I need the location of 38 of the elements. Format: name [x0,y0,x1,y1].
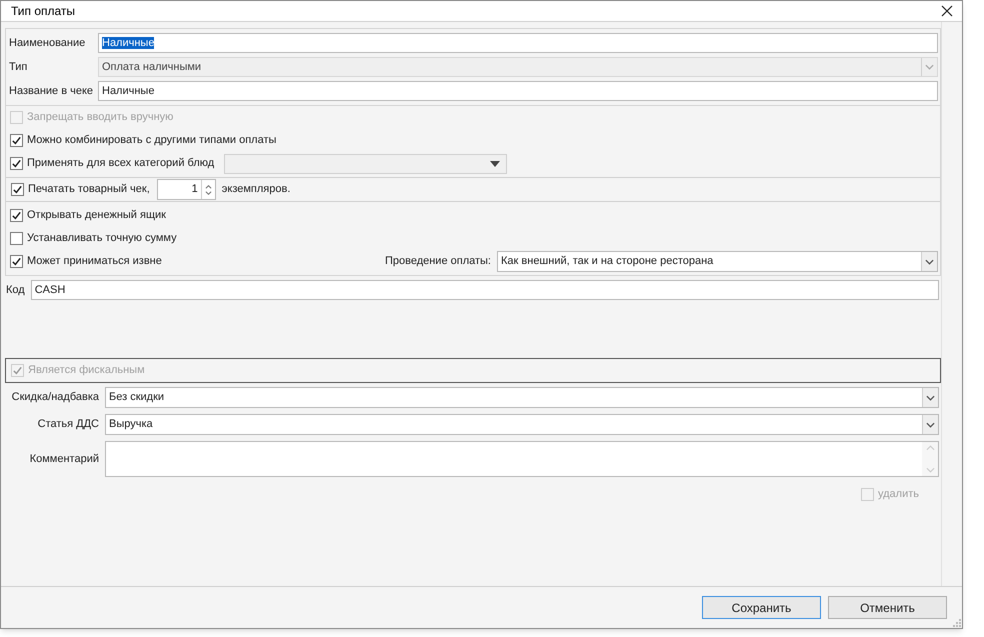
dialog-button[interactable]: Сохранить [702,596,821,619]
dialog-button[interactable]: Отменить [828,596,947,619]
dropdown[interactable]: Без скидки [105,387,939,408]
field-label: Скидка/надбавка [10,390,99,406]
checkbox-label[interactable]: Применять для всех категорий блюд [27,155,214,172]
spin-suffix-label: экземпляров. [222,182,290,198]
text-field[interactable]: CASH [30,280,939,300]
field-label: Статья ДДС [36,417,99,432]
checkbox[interactable] [11,183,24,196]
checkbox[interactable] [10,134,23,147]
checkbox-label: удалить [878,487,919,502]
dropdown[interactable]: Как внешний, так и на стороне ресторана [497,251,938,272]
checkbox-label[interactable]: Устанавливать точную сумму [27,230,177,247]
dropdown[interactable]: Выручка [105,414,939,435]
field-label: Название в чеке [9,84,94,99]
checkbox-label: Является фискальным [28,363,145,378]
checkbox[interactable] [10,232,23,245]
resize-grip-icon[interactable] [953,619,961,627]
checkbox[interactable] [10,157,23,170]
text-field[interactable]: Наличные [98,33,938,53]
field-label: Наименование [9,36,86,51]
checkbox[interactable] [10,255,23,268]
dropdown-arrow-icon[interactable] [490,160,500,166]
text-field[interactable]: Наличные [98,81,938,101]
window-title: Тип оплаты [11,3,76,20]
spin-box[interactable]: 1 [156,179,216,200]
checkbox-label[interactable]: Печатать товарный чек, [28,181,150,198]
checkbox[interactable] [10,209,23,222]
checkbox-label: Запрещать вводить вручную [27,110,174,126]
field-label: Тип [9,60,28,75]
checkbox-label[interactable]: Может приниматься извне [27,253,162,270]
field-label: Комментарий [28,452,99,467]
field-label: Код [6,282,25,298]
field-label: Проведение оплаты: [384,254,491,270]
close-icon[interactable] [940,4,954,18]
checkbox-label[interactable]: Открывать денежный ящик [27,207,166,224]
checkbox-label[interactable]: Можно комбинировать с другими типами оплаты [27,132,276,149]
scrollbar-icon [922,442,938,476]
